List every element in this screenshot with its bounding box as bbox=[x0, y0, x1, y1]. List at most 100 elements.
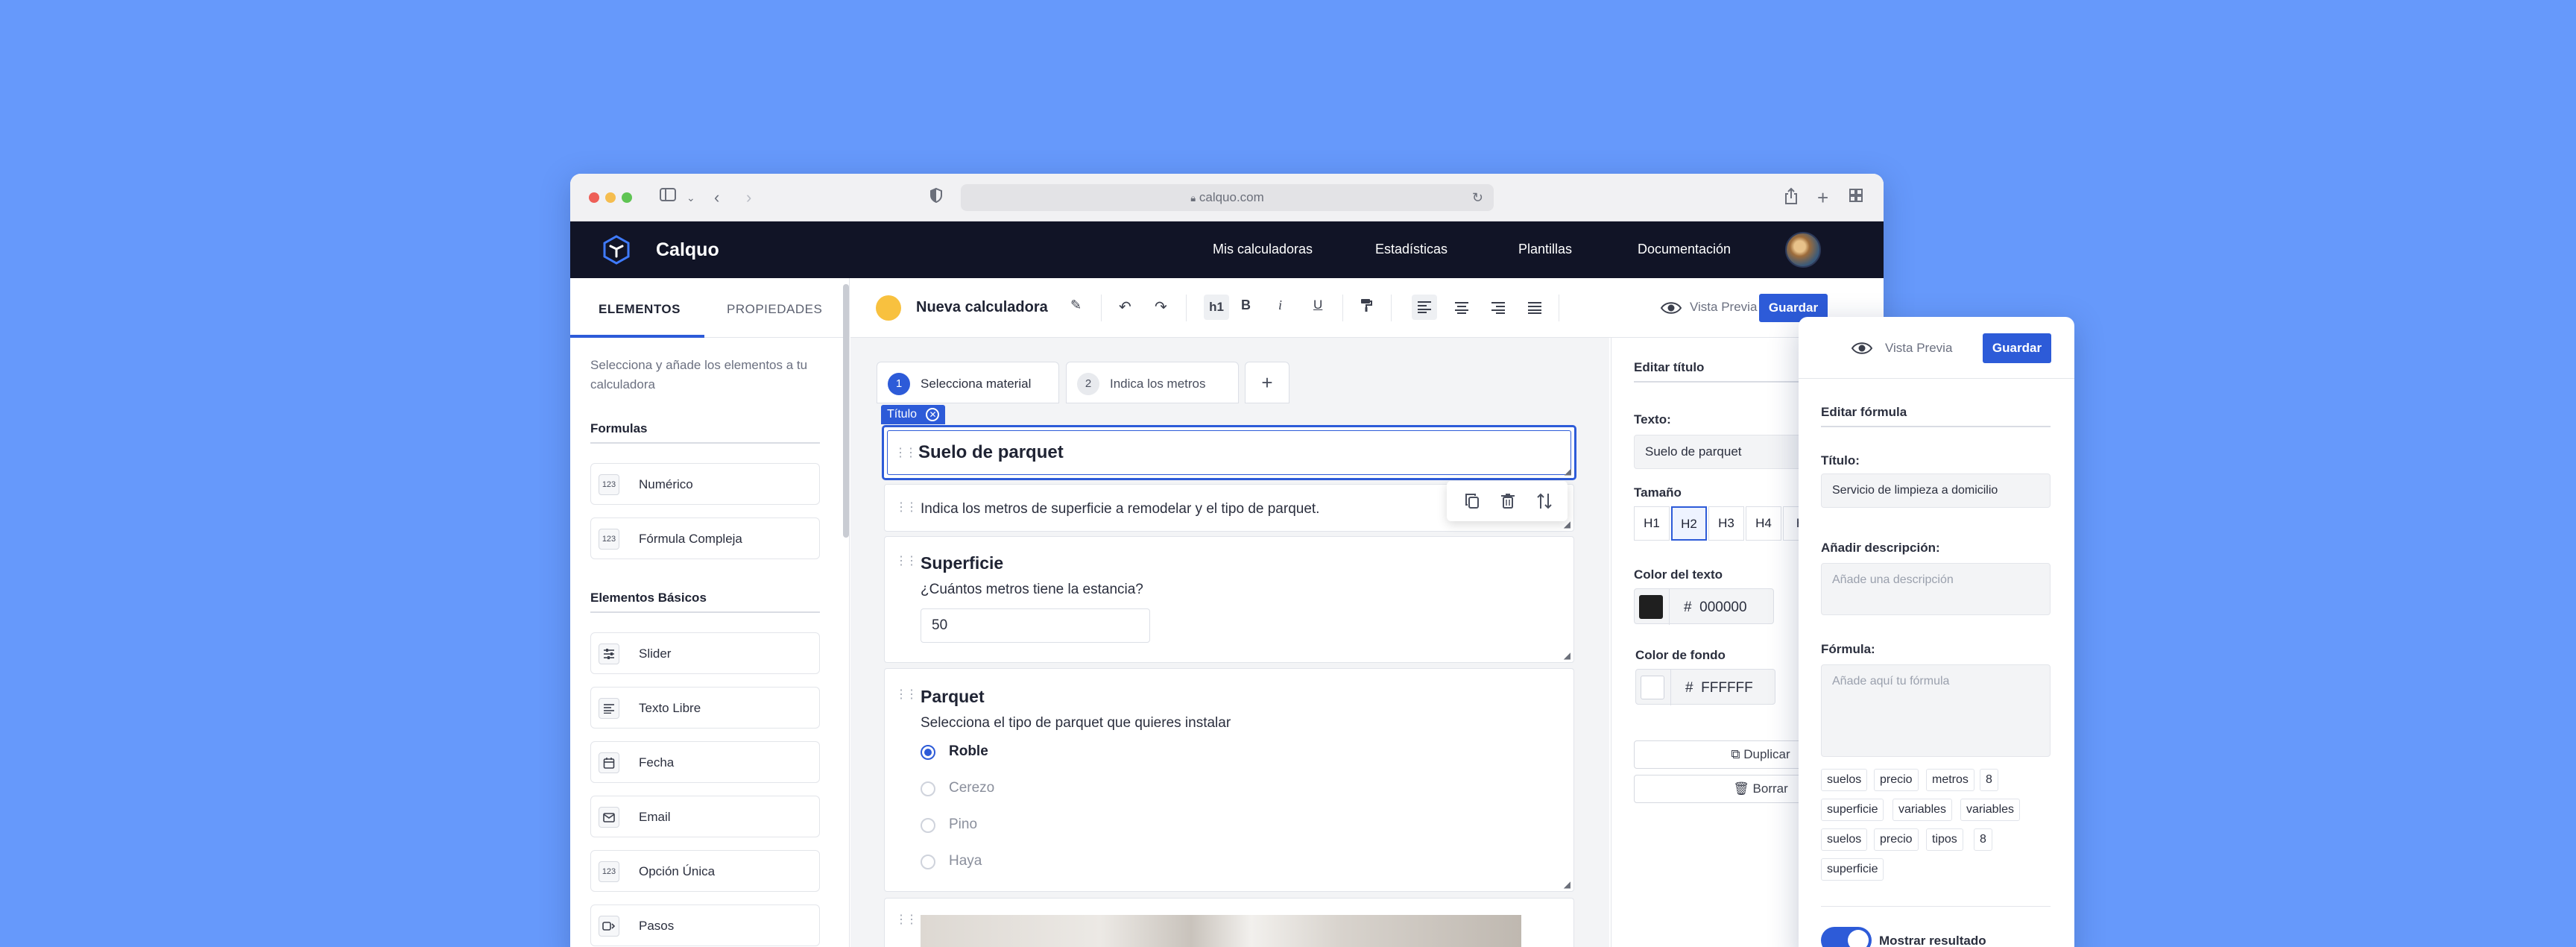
underline-button[interactable]: U bbox=[1313, 298, 1322, 312]
element-fecha[interactable]: Fecha bbox=[590, 741, 820, 783]
forward-icon[interactable]: › bbox=[746, 187, 751, 208]
align-right-icon[interactable] bbox=[1491, 301, 1505, 318]
size-h4[interactable]: H4 bbox=[1746, 506, 1781, 541]
heading-button[interactable]: h1 bbox=[1204, 295, 1229, 320]
option-label[interactable]: Haya bbox=[949, 853, 982, 869]
variable-chip[interactable]: suelos bbox=[1821, 828, 1868, 851]
avatar[interactable] bbox=[1785, 232, 1821, 268]
option-label[interactable]: Roble bbox=[949, 743, 988, 760]
size-h2[interactable]: H2 bbox=[1671, 506, 1707, 541]
trash-icon[interactable] bbox=[1500, 493, 1515, 513]
add-step-button[interactable]: + bbox=[1245, 362, 1289, 403]
formula-title-field[interactable]: Servicio de limpieza a domicilio bbox=[1821, 474, 2051, 508]
size-h1[interactable]: H1 bbox=[1634, 506, 1670, 541]
title-block[interactable]: ⋮⋮ Suelo de parquet ◢ bbox=[882, 425, 1576, 480]
reload-icon[interactable]: ↻ bbox=[1472, 184, 1483, 211]
element-email[interactable]: Email bbox=[590, 796, 820, 837]
variable-chip[interactable]: 8 bbox=[1980, 769, 1998, 791]
resize-handle-icon[interactable]: ◢ bbox=[1565, 466, 1571, 476]
drag-handle-icon[interactable]: ⋮⋮ bbox=[895, 553, 918, 568]
url-bar[interactable]: 🔒︎ calquo.com ↻ bbox=[961, 184, 1494, 211]
align-center-icon[interactable] bbox=[1455, 301, 1468, 318]
drag-handle-icon[interactable]: ⋮⋮ bbox=[894, 445, 917, 460]
edit-title-icon[interactable]: ✎ bbox=[1070, 298, 1082, 313]
element-numerico[interactable]: 123 Numérico bbox=[590, 463, 820, 505]
minimize-window-button[interactable] bbox=[605, 192, 616, 203]
hex-value[interactable]: FFFFFF bbox=[1701, 680, 1753, 696]
superficie-block[interactable]: ⋮⋮ Superficie ¿Cuántos metros tiene la e… bbox=[884, 536, 1574, 663]
hex-value[interactable]: 000000 bbox=[1699, 600, 1746, 615]
variable-chip[interactable]: 8 bbox=[1974, 828, 1992, 851]
description-field[interactable]: Añade una descripción bbox=[1821, 563, 2051, 615]
tab-propiedades[interactable]: PROPIEDADES bbox=[727, 302, 822, 317]
element-pasos[interactable]: Pasos bbox=[590, 904, 820, 946]
drag-handle-icon[interactable]: ⋮⋮ bbox=[895, 500, 918, 515]
show-result-toggle[interactable] bbox=[1821, 927, 1872, 947]
variable-chip[interactable]: tipos bbox=[1926, 828, 1963, 851]
preview-button[interactable]: Vista Previa bbox=[1690, 300, 1757, 315]
preview-button[interactable]: Vista Previa bbox=[1885, 341, 1952, 356]
variable-chip[interactable]: variables bbox=[1960, 799, 2021, 821]
variable-chip[interactable]: superficie bbox=[1821, 799, 1884, 821]
eye-icon[interactable] bbox=[1851, 341, 1873, 359]
bg-color-picker[interactable]: # FFFFFF bbox=[1635, 669, 1775, 705]
tab-overview-icon[interactable] bbox=[1849, 187, 1863, 208]
bold-button[interactable]: B bbox=[1241, 298, 1251, 313]
sidebar-toggle-icon[interactable] bbox=[660, 187, 679, 209]
sidebar-scrollbar[interactable] bbox=[843, 284, 849, 538]
radio-cerezo[interactable] bbox=[921, 781, 935, 796]
parquet-block[interactable]: ⋮⋮ Parquet Selecciona el tipo de parquet… bbox=[884, 668, 1574, 892]
back-icon[interactable]: ‹ bbox=[714, 187, 719, 208]
text-color-picker[interactable]: # 000000 bbox=[1634, 588, 1774, 625]
option-label[interactable]: Pino bbox=[949, 817, 977, 833]
chevron-down-icon[interactable]: ⌄ bbox=[686, 187, 695, 208]
element-opcion-unica[interactable]: 123 Opción Única bbox=[590, 850, 820, 892]
variable-chip[interactable]: precio bbox=[1874, 828, 1919, 851]
italic-button[interactable]: i bbox=[1278, 298, 1282, 313]
variable-chip[interactable]: metros bbox=[1926, 769, 1974, 791]
color-swatch[interactable] bbox=[1639, 595, 1663, 619]
nav-documentacion[interactable]: Documentación bbox=[1638, 242, 1731, 257]
resize-handle-icon[interactable]: ◢ bbox=[1564, 879, 1570, 890]
title-text[interactable]: Suelo de parquet bbox=[918, 442, 1064, 463]
calculator-color-dot[interactable] bbox=[876, 295, 901, 321]
maximize-window-button[interactable] bbox=[622, 192, 632, 203]
element-formula-compleja[interactable]: 123 Fórmula Compleja bbox=[590, 517, 820, 559]
nav-plantillas[interactable]: Plantillas bbox=[1518, 242, 1572, 257]
size-h3[interactable]: H3 bbox=[1708, 506, 1744, 541]
radio-roble[interactable] bbox=[921, 745, 935, 760]
close-icon[interactable]: ✕ bbox=[926, 408, 940, 421]
element-texto-libre[interactable]: Texto Libre bbox=[590, 687, 820, 729]
variable-chip[interactable]: precio bbox=[1874, 769, 1919, 791]
resize-handle-icon[interactable]: ◢ bbox=[1564, 650, 1570, 661]
image-block[interactable]: ⋮⋮ bbox=[884, 898, 1574, 947]
color-swatch[interactable] bbox=[1641, 676, 1664, 699]
radio-haya[interactable] bbox=[921, 855, 935, 869]
drag-handle-icon[interactable]: ⋮⋮ bbox=[895, 687, 918, 702]
option-label[interactable]: Cerezo bbox=[949, 780, 994, 796]
drag-handle-icon[interactable]: ⋮⋮ bbox=[895, 912, 918, 927]
undo-icon[interactable]: ↶ bbox=[1119, 298, 1131, 316]
variable-chip[interactable]: superficie bbox=[1821, 858, 1884, 881]
superficie-input[interactable]: 50 bbox=[921, 608, 1150, 643]
variable-chip[interactable]: suelos bbox=[1821, 769, 1868, 791]
new-tab-icon[interactable]: + bbox=[1817, 187, 1828, 208]
copy-icon[interactable] bbox=[1465, 493, 1480, 513]
variable-chip[interactable]: variables bbox=[1892, 799, 1953, 821]
tab-step-1[interactable]: 1 Selecciona material bbox=[877, 362, 1059, 403]
align-justify-icon[interactable] bbox=[1528, 301, 1541, 318]
radio-pino[interactable] bbox=[921, 818, 935, 833]
share-icon[interactable] bbox=[1784, 187, 1799, 210]
close-window-button[interactable] bbox=[589, 192, 599, 203]
element-slider[interactable]: Slider bbox=[590, 632, 820, 674]
calquo-logo-icon[interactable] bbox=[602, 235, 631, 265]
nav-estadisticas[interactable]: Estadísticas bbox=[1375, 242, 1448, 257]
format-paint-icon[interactable] bbox=[1360, 298, 1373, 317]
reorder-icon[interactable] bbox=[1536, 492, 1553, 514]
align-left-icon[interactable] bbox=[1412, 295, 1437, 320]
intro-text[interactable]: Indica los metros de superficie a remode… bbox=[921, 501, 1319, 517]
redo-icon[interactable]: ↷ bbox=[1155, 298, 1167, 316]
formula-field[interactable]: Añade aquí tu fórmula bbox=[1821, 664, 2051, 757]
save-button[interactable]: Guardar bbox=[1983, 333, 2051, 363]
tab-elementos[interactable]: ELEMENTOS bbox=[599, 302, 681, 317]
